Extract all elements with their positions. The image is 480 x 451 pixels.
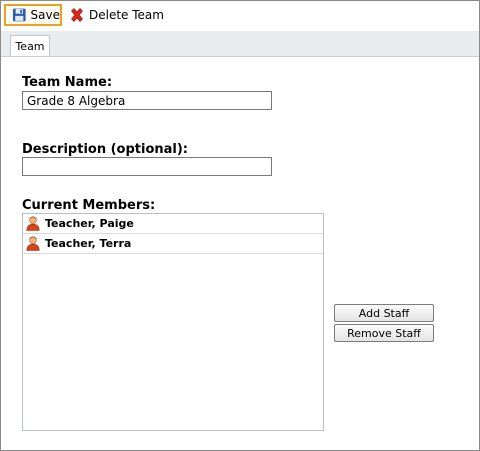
toolbar: Save Delete Team (1, 1, 479, 31)
current-members-label: Current Members: (22, 198, 156, 213)
save-label: Save (30, 8, 60, 22)
description-label: Description (optional): (22, 142, 189, 157)
team-editor-window: Save Delete Team Team Team Name: Descrip… (0, 0, 480, 451)
red-x-icon (71, 8, 83, 22)
member-name: Teacher, Terra (45, 237, 132, 250)
save-button[interactable]: Save (4, 4, 62, 26)
remove-staff-button[interactable]: Remove Staff (334, 324, 434, 342)
user-icon (26, 216, 40, 231)
delete-team-label: Delete Team (89, 8, 164, 22)
add-staff-button[interactable]: Add Staff (334, 304, 434, 322)
list-item[interactable]: Teacher, Terra (23, 234, 323, 254)
tab-team-label: Team (15, 39, 45, 53)
user-icon (26, 236, 40, 251)
description-input[interactable] (22, 157, 272, 176)
tab-bar: Team (1, 31, 479, 57)
floppy-disk-icon (12, 8, 26, 22)
list-item[interactable]: Teacher, Paige (23, 214, 323, 234)
team-name-input[interactable] (22, 91, 272, 110)
member-name: Teacher, Paige (45, 217, 134, 230)
delete-team-button[interactable]: Delete Team (67, 4, 164, 26)
members-list[interactable]: Teacher, Paige Teacher, Terra (22, 213, 324, 431)
tab-team[interactable]: Team (10, 35, 50, 56)
team-name-label: Team Name: (22, 75, 113, 90)
